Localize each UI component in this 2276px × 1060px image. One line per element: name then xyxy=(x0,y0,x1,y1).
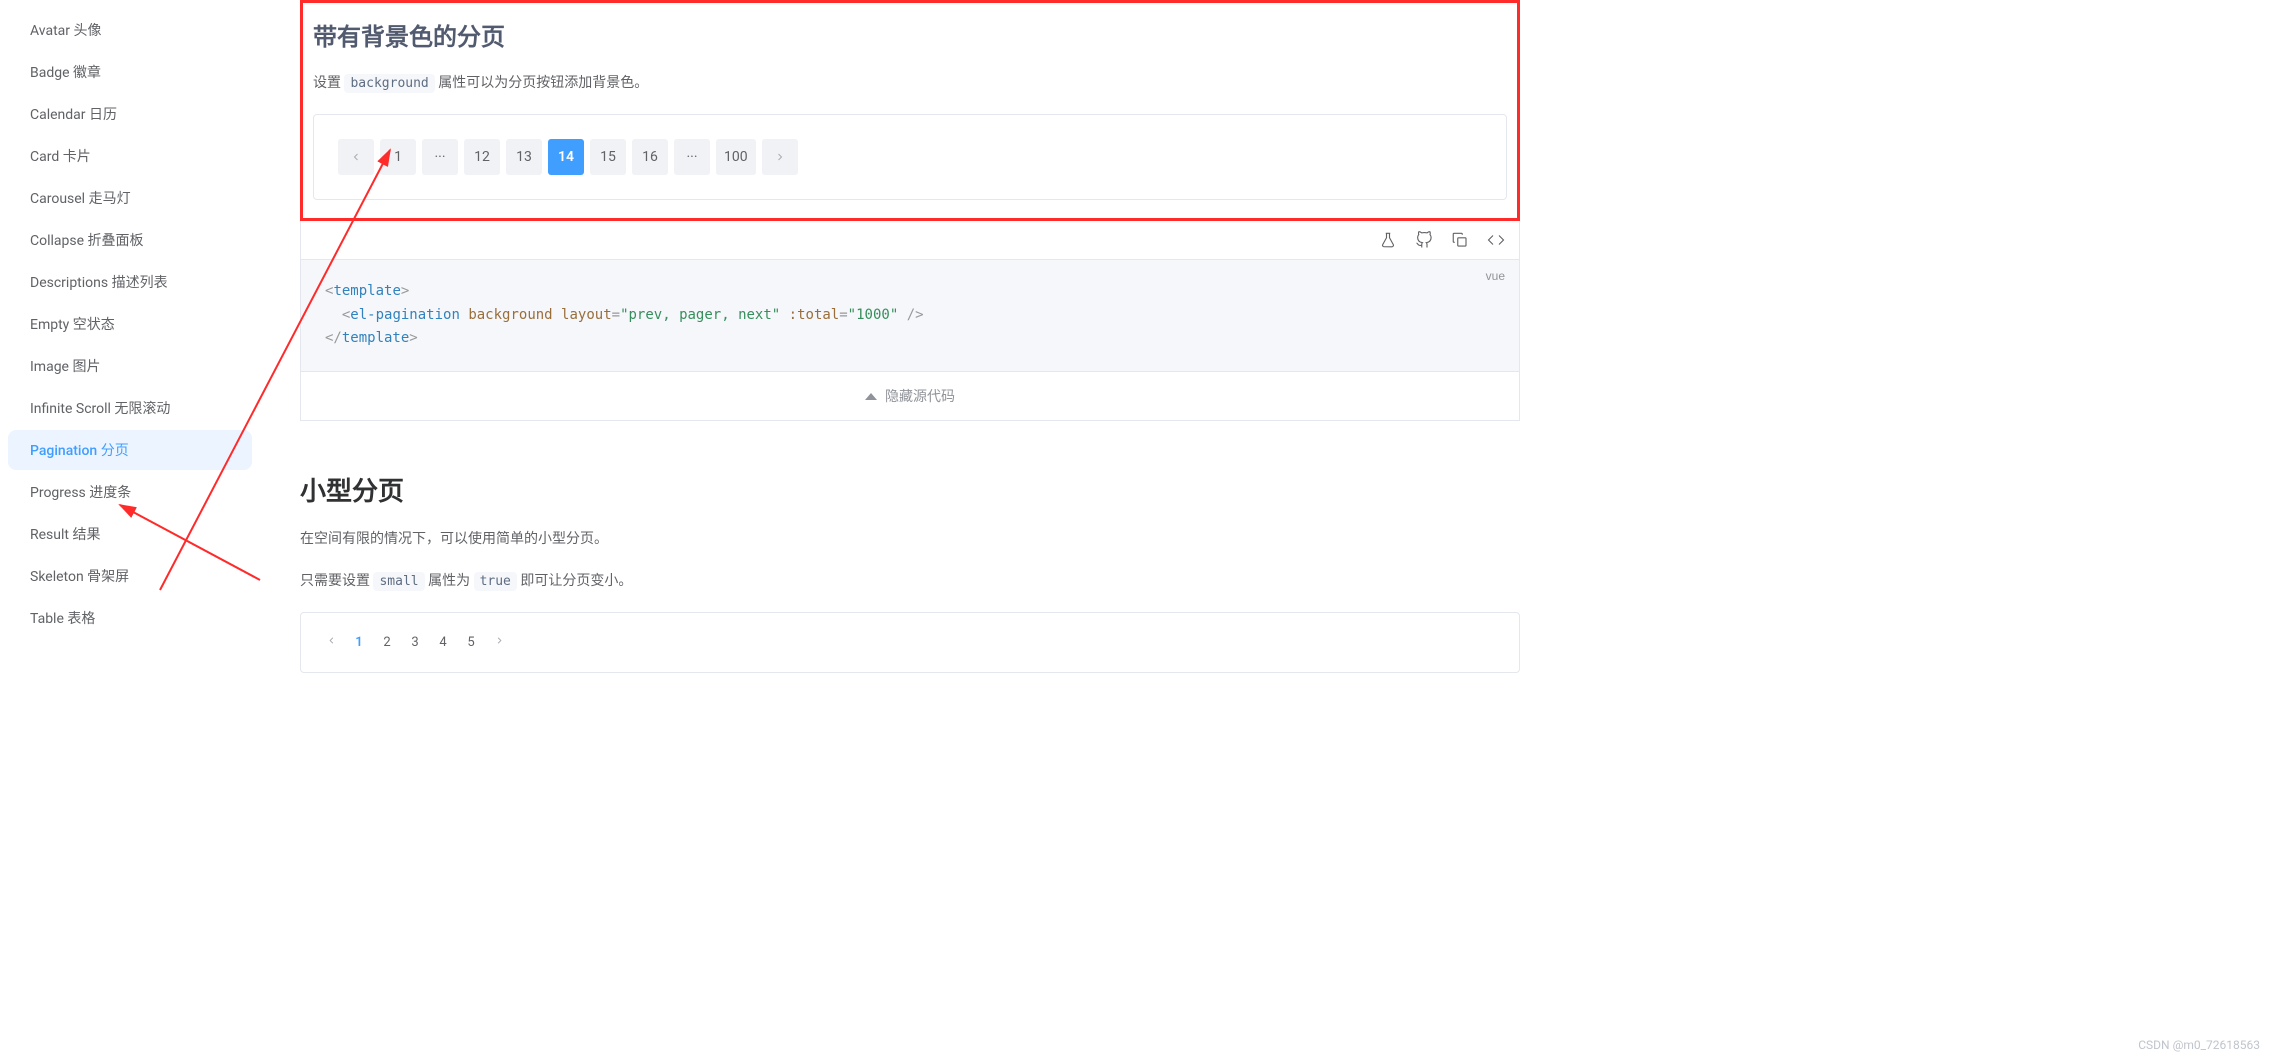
sidebar-item-descriptions[interactable]: Descriptions 描述列表 xyxy=(8,262,252,302)
sidebar-item-result[interactable]: Result 结果 xyxy=(8,514,252,554)
text: 即可让分页变小。 xyxy=(517,573,632,589)
page-4[interactable]: 4 xyxy=(437,635,449,650)
code-block: vue <template> <el-pagination background… xyxy=(300,260,1520,372)
sidebar-item-infinite-scroll[interactable]: Infinite Scroll 无限滚动 xyxy=(8,388,252,428)
code-token: template xyxy=(333,283,400,299)
demo-action-bar xyxy=(300,221,1520,260)
main-content: 带有背景色的分页 设置 background 属性可以为分页按钮添加背景色。 1… xyxy=(260,0,1560,713)
sidebar-item-pagination[interactable]: Pagination 分页 xyxy=(8,430,252,470)
code-language-label: vue xyxy=(1486,266,1505,286)
page-1-active[interactable]: 1 xyxy=(353,635,365,650)
code-token: :total xyxy=(789,307,840,323)
inline-code: background xyxy=(344,74,434,93)
inline-code: true xyxy=(474,572,517,591)
section-description-2: 只需要设置 small 属性为 true 即可让分页变小。 xyxy=(300,570,1520,594)
section-title: 小型分页 xyxy=(300,471,1520,508)
page-100[interactable]: 100 xyxy=(716,139,756,175)
page-14-active[interactable]: 14 xyxy=(548,139,584,175)
hide-source-label: 隐藏源代码 xyxy=(885,386,955,406)
sidebar-item-progress[interactable]: Progress 进度条 xyxy=(8,472,252,512)
sidebar-item-avatar[interactable]: Avatar 头像 xyxy=(8,10,252,50)
code-token: el-pagination xyxy=(350,307,460,323)
page-2[interactable]: 2 xyxy=(381,635,393,650)
sidebar-item-badge[interactable]: Badge 徽章 xyxy=(8,52,252,92)
inline-code: small xyxy=(373,572,424,591)
code-token: template xyxy=(342,330,409,346)
page-1[interactable]: 1 xyxy=(380,139,416,175)
sidebar-item-collapse[interactable]: Collapse 折叠面板 xyxy=(8,220,252,260)
small-pagination: 1 2 3 4 5 xyxy=(300,612,1520,673)
text: 设置 xyxy=(313,75,344,91)
small-pagination-section: 小型分页 在空间有限的情况下，可以使用简单的小型分页。 只需要设置 small … xyxy=(300,471,1520,673)
watermark: CSDN @m0_72618563 xyxy=(2138,1038,2260,1052)
code-token: background xyxy=(468,307,552,323)
text: 属性可以为分页按钮添加背景色。 xyxy=(435,75,648,91)
hide-source-button[interactable]: 隐藏源代码 xyxy=(300,372,1520,421)
text: 只需要设置 xyxy=(300,573,373,589)
page-15[interactable]: 15 xyxy=(590,139,626,175)
sidebar: Avatar 头像 Badge 徽章 Calendar 日历 Card 卡片 C… xyxy=(0,0,260,713)
section-description: 在空间有限的情况下，可以使用简单的小型分页。 xyxy=(300,528,1520,552)
prev-page-button[interactable] xyxy=(338,139,374,175)
text: 属性为 xyxy=(425,573,474,589)
code-token: "1000" xyxy=(848,307,899,323)
sidebar-item-calendar[interactable]: Calendar 日历 xyxy=(8,94,252,134)
next-page-button[interactable] xyxy=(762,139,798,175)
code-token: layout xyxy=(561,307,612,323)
code-icon[interactable] xyxy=(1487,231,1505,249)
sidebar-item-skeleton[interactable]: Skeleton 骨架屏 xyxy=(8,556,252,596)
caret-up-icon xyxy=(865,393,877,400)
page-ellipsis-left[interactable]: ··· xyxy=(422,139,458,175)
beaker-icon[interactable] xyxy=(1379,231,1397,249)
section-description: 设置 background 属性可以为分页按钮添加背景色。 xyxy=(313,72,1507,96)
background-pagination-section: 带有背景色的分页 设置 background 属性可以为分页按钮添加背景色。 1… xyxy=(300,0,1520,221)
sidebar-item-card[interactable]: Card 卡片 xyxy=(8,136,252,176)
page-3[interactable]: 3 xyxy=(409,635,421,650)
page-5[interactable]: 5 xyxy=(465,635,477,650)
page-13[interactable]: 13 xyxy=(506,139,542,175)
code-token: "prev, pager, next" xyxy=(620,307,780,323)
sidebar-item-empty[interactable]: Empty 空状态 xyxy=(8,304,252,344)
sidebar-item-carousel[interactable]: Carousel 走马灯 xyxy=(8,178,252,218)
copy-icon[interactable] xyxy=(1451,231,1469,249)
sidebar-item-image[interactable]: Image 图片 xyxy=(8,346,252,386)
page-ellipsis-right[interactable]: ··· xyxy=(674,139,710,175)
page-16[interactable]: 16 xyxy=(632,139,668,175)
next-page-button[interactable] xyxy=(493,635,505,650)
github-icon[interactable] xyxy=(1415,231,1433,249)
prev-page-button[interactable] xyxy=(325,635,337,650)
sidebar-item-table[interactable]: Table 表格 xyxy=(8,598,252,638)
section-title: 带有背景色的分页 xyxy=(313,17,1507,52)
demo-box: 1 ··· 12 13 14 15 16 ··· 100 xyxy=(313,114,1507,200)
pagination: 1 ··· 12 13 14 15 16 ··· 100 xyxy=(338,139,1482,175)
page-12[interactable]: 12 xyxy=(464,139,500,175)
